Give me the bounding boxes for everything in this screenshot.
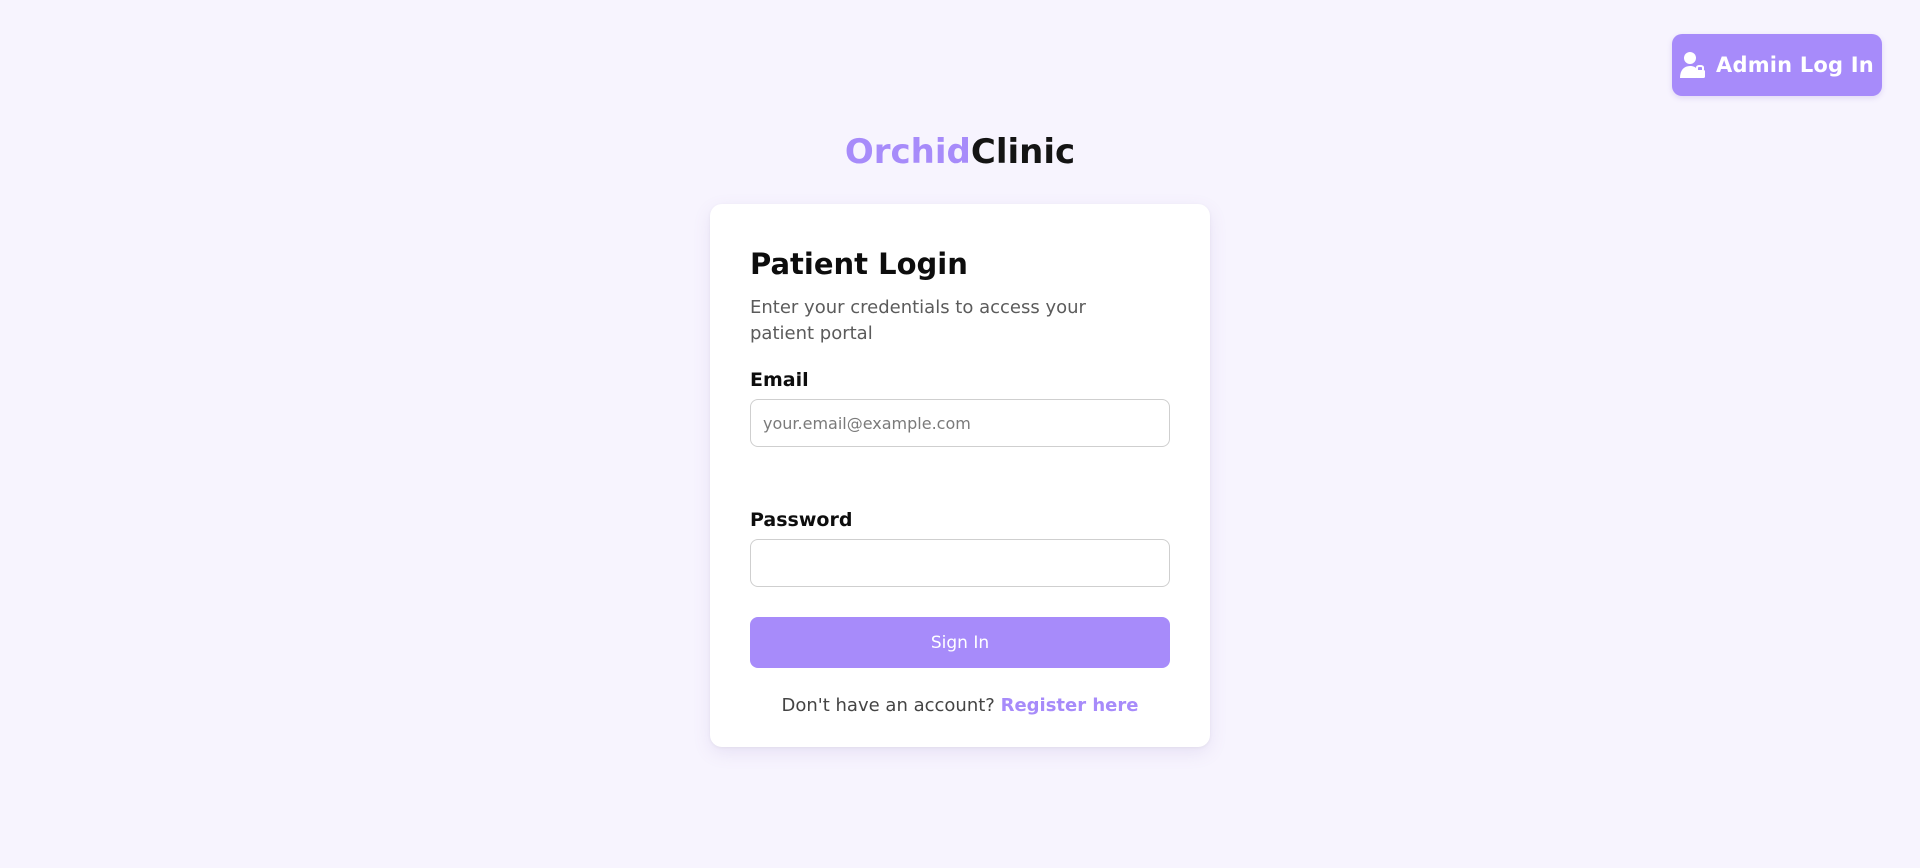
email-label: Email — [750, 369, 809, 391]
login-subtitle: Enter your credentials to access your pa… — [750, 297, 1086, 344]
register-prompt-text: Don't have an account? — [781, 695, 995, 716]
login-card: Patient Login Enter your credentials to … — [710, 204, 1210, 747]
password-field[interactable] — [750, 539, 1170, 587]
admin-login-label: Admin Log In — [1716, 53, 1874, 77]
password-label: Password — [750, 509, 853, 531]
email-field[interactable] — [750, 399, 1170, 447]
register-link[interactable]: Register here — [1001, 695, 1139, 716]
brand-name-orchid: Orchid — [844, 132, 971, 172]
admin-login-button[interactable]: Admin Log In — [1672, 34, 1882, 96]
brand-name-clinic: Clinic — [970, 132, 1076, 172]
login-title: Patient Login — [750, 247, 968, 281]
brand-logo: OrchidClinic — [0, 126, 1920, 178]
sign-in-button[interactable]: Sign In — [750, 617, 1170, 668]
user-lock-icon — [1680, 51, 1706, 79]
register-prompt: Don't have an account? Register here — [750, 693, 1170, 719]
